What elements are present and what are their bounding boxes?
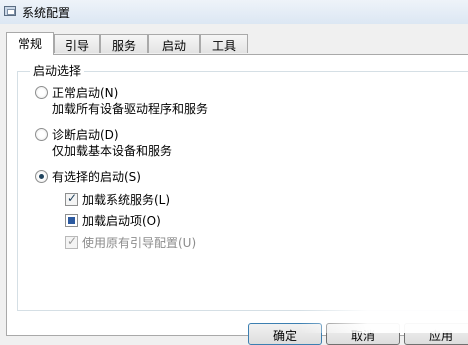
window-title: 系统配置 xyxy=(22,6,71,20)
normal-startup-label[interactable]: 正常启动(N) xyxy=(52,84,118,101)
tab-general[interactable]: 常规 xyxy=(6,32,54,55)
use-original-boot-config-checkbox xyxy=(65,234,78,249)
load-system-services-label[interactable]: 加载系统服务(L) xyxy=(82,191,170,208)
system-config-icon xyxy=(4,6,16,16)
diagnostic-startup-description: 仅加载基本设备和服务 xyxy=(52,144,173,158)
selective-startup-radio[interactable] xyxy=(35,170,48,183)
watermark-overlay xyxy=(300,296,468,333)
normal-startup-description: 加载所有设备驱动程序和服务 xyxy=(52,102,209,116)
title-bar: 系统配置 xyxy=(0,0,468,24)
load-startup-items-label[interactable]: 加载启动项(O) xyxy=(82,212,161,229)
tab-startup[interactable]: 启动 xyxy=(148,34,200,53)
load-system-services-checkbox[interactable] xyxy=(65,191,78,206)
tab-boot[interactable]: 引导 xyxy=(54,34,100,53)
diagnostic-startup-label[interactable]: 诊断启动(D) xyxy=(52,126,119,143)
normal-startup-radio[interactable] xyxy=(35,86,48,99)
tab-tools[interactable]: 工具 xyxy=(200,34,248,53)
use-original-boot-config-label: 使用原有引导配置(U) xyxy=(82,236,197,250)
diagnostic-startup-radio[interactable] xyxy=(35,128,48,141)
selective-startup-label[interactable]: 有选择的启动(S) xyxy=(52,168,141,185)
startup-selection-legend: 启动选择 xyxy=(30,62,85,79)
load-startup-items-checkbox[interactable] xyxy=(65,214,78,227)
tab-services[interactable]: 服务 xyxy=(100,34,148,53)
